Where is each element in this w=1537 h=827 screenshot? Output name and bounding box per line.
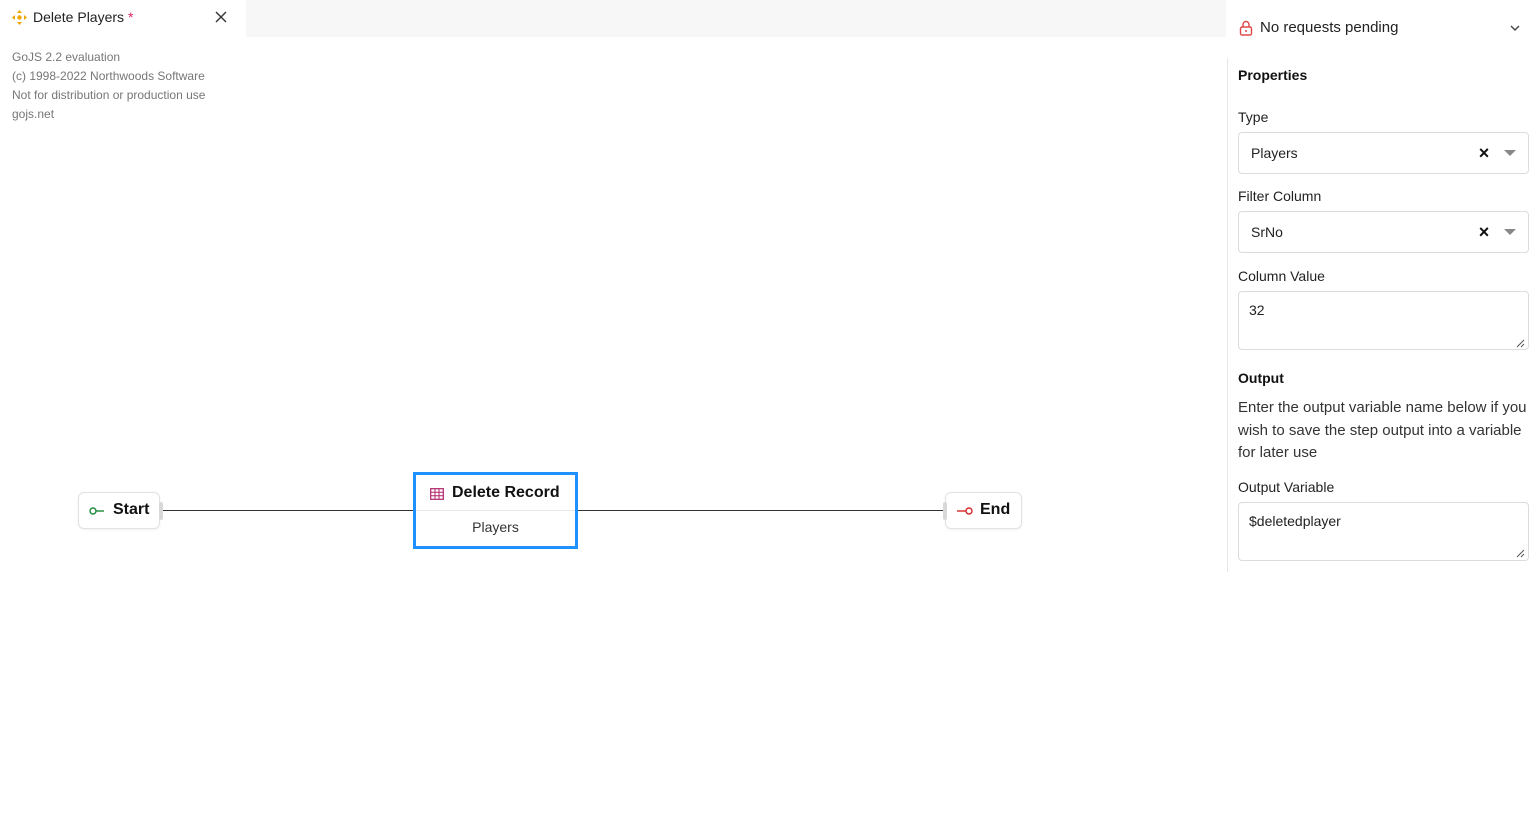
output-description: Enter the output variable name below if … [1238, 399, 1527, 461]
caret-down-icon[interactable] [1504, 229, 1516, 235]
filter-column-label: Filter Column [1238, 188, 1322, 204]
node-subtitle: Players [472, 519, 519, 535]
link-start-to-delete[interactable] [162, 510, 413, 511]
link-delete-to-end[interactable] [578, 510, 943, 511]
type-label: Type [1238, 109, 1269, 125]
column-value-label: Column Value [1238, 268, 1325, 284]
chevron-down-icon[interactable] [1508, 21, 1522, 35]
table-icon [430, 488, 444, 500]
clear-icon[interactable]: × [1477, 144, 1491, 162]
tab-bar: Delete Players * [0, 0, 1226, 37]
delete-record-node[interactable]: Delete Record Players [413, 472, 578, 549]
end-node[interactable]: End [943, 492, 1022, 529]
end-icon [957, 507, 973, 515]
type-select[interactable]: Players × [1238, 132, 1529, 174]
filter-column-select[interactable]: SrNo × [1238, 211, 1529, 253]
tab-delete-players[interactable]: Delete Players * [0, 0, 246, 37]
unsaved-indicator: * [128, 9, 134, 25]
node-title: Delete Record [452, 484, 560, 501]
properties-title: Properties [1238, 67, 1308, 83]
type-value: Players [1251, 145, 1298, 161]
requests-header[interactable]: No requests pending [1227, 0, 1537, 56]
tab-title: Delete Players * [33, 9, 134, 25]
diagram-canvas[interactable]: Start Delete Record Players End [0, 37, 1226, 827]
output-variable-label: Output Variable [1238, 479, 1335, 495]
column-value-input[interactable]: 32 [1238, 291, 1529, 350]
clear-icon[interactable]: × [1477, 223, 1491, 241]
requests-status: No requests pending [1260, 19, 1399, 36]
resize-grip-icon[interactable] [1515, 548, 1525, 558]
flow-icon [12, 10, 27, 25]
start-icon [89, 507, 104, 515]
output-port[interactable] [159, 502, 163, 520]
properties-panel: No requests pending Properties Type Play… [1227, 0, 1537, 827]
node-header: Delete Record [416, 475, 575, 511]
panel-divider [1227, 58, 1228, 572]
input-port[interactable] [943, 502, 947, 520]
filter-column-value: SrNo [1251, 224, 1283, 240]
lock-icon [1239, 20, 1253, 36]
close-icon[interactable] [213, 9, 229, 25]
start-node[interactable]: Start [78, 492, 163, 529]
end-label: End [980, 501, 1011, 518]
output-variable-input[interactable]: $deletedplayer [1238, 502, 1529, 561]
start-label: Start [113, 501, 150, 518]
output-title: Output [1238, 370, 1284, 386]
caret-down-icon[interactable] [1504, 150, 1516, 156]
resize-grip-icon[interactable] [1515, 338, 1525, 348]
